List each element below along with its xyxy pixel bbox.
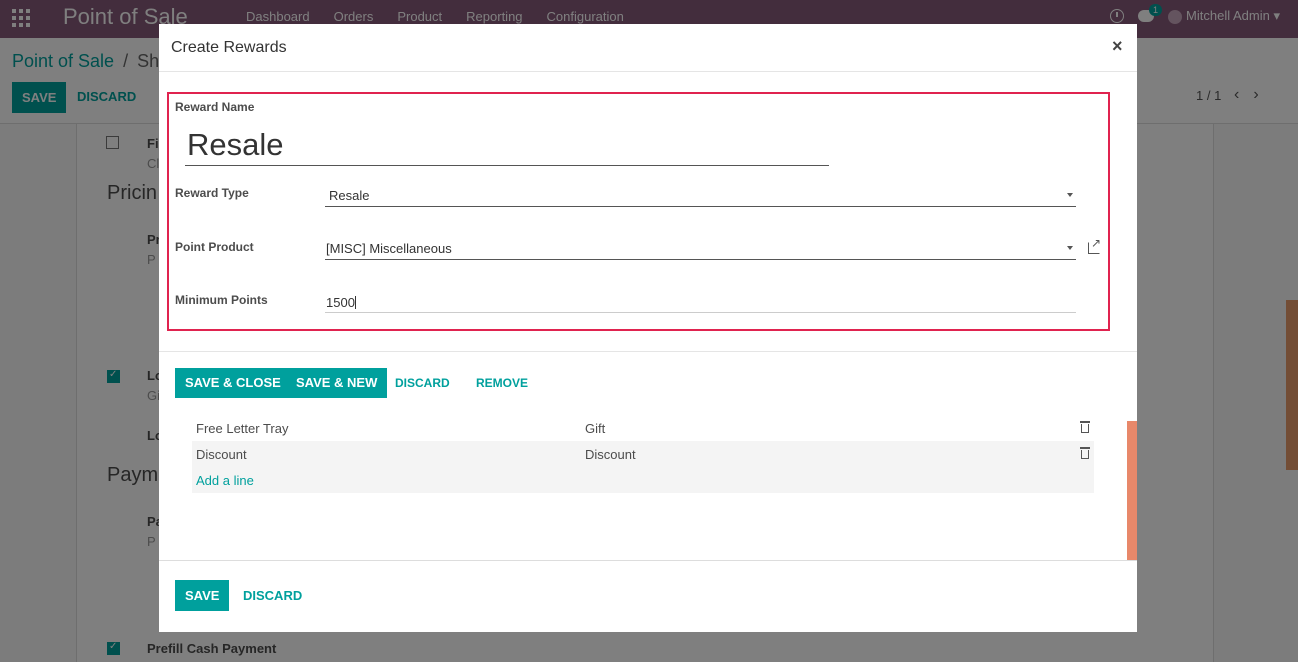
point-product-select[interactable]: [MISC] Miscellaneous: [325, 236, 1076, 260]
minimum-points-input[interactable]: 1500: [325, 289, 1076, 313]
rewards-list-dialog: Free Letter Tray Gift Discount Discount …: [159, 420, 1137, 632]
save-button[interactable]: SAVE: [175, 580, 230, 611]
reward-name-input[interactable]: [185, 124, 829, 166]
text-cursor: [354, 296, 356, 309]
divider: [159, 351, 1137, 352]
point-product-label: Point Product: [175, 240, 254, 254]
save-and-new-button[interactable]: SAVE & NEW: [286, 368, 388, 398]
reward-name-label: Reward Name: [175, 100, 255, 114]
reward-type-cell: Gift: [585, 421, 606, 436]
minimum-points-value: 1500: [326, 295, 355, 310]
reward-type-select[interactable]: Resale: [325, 183, 1076, 207]
remove-button[interactable]: REMOVE: [476, 376, 528, 390]
modal-title: Create Rewards: [171, 39, 287, 56]
reward-form-group: Reward Name Reward Type Resale Point Pro…: [167, 92, 1110, 331]
caret-down-icon: [1067, 246, 1073, 250]
trash-icon[interactable]: [1080, 447, 1090, 459]
table-row[interactable]: Discount Discount: [192, 441, 1094, 467]
create-rewards-dialog: Create Rewards × Reward Name Reward Type…: [159, 24, 1137, 421]
point-product-value: [MISC] Miscellaneous: [326, 241, 452, 256]
discard-button[interactable]: DISCARD: [395, 376, 450, 390]
external-link-icon[interactable]: [1088, 236, 1101, 254]
caret-down-icon: [1067, 193, 1073, 197]
trash-icon[interactable]: [1080, 421, 1090, 433]
reward-type-value: Resale: [329, 188, 370, 203]
reward-name-cell: Discount: [196, 447, 247, 462]
divider: [159, 560, 1137, 561]
add-line-row: [192, 467, 1094, 493]
minimum-points-label: Minimum Points: [175, 293, 268, 307]
discard-button[interactable]: DISCARD: [243, 588, 302, 603]
add-a-line-link[interactable]: Add a line: [196, 473, 254, 488]
modal-header: Create Rewards ×: [159, 24, 1137, 72]
close-icon[interactable]: ×: [1112, 36, 1123, 57]
scroll-indicator: [1127, 420, 1137, 561]
reward-type-cell: Discount: [585, 447, 636, 462]
reward-type-label: Reward Type: [175, 186, 249, 200]
save-and-close-button[interactable]: SAVE & CLOSE: [175, 368, 291, 398]
reward-name-cell: Free Letter Tray: [196, 421, 289, 436]
